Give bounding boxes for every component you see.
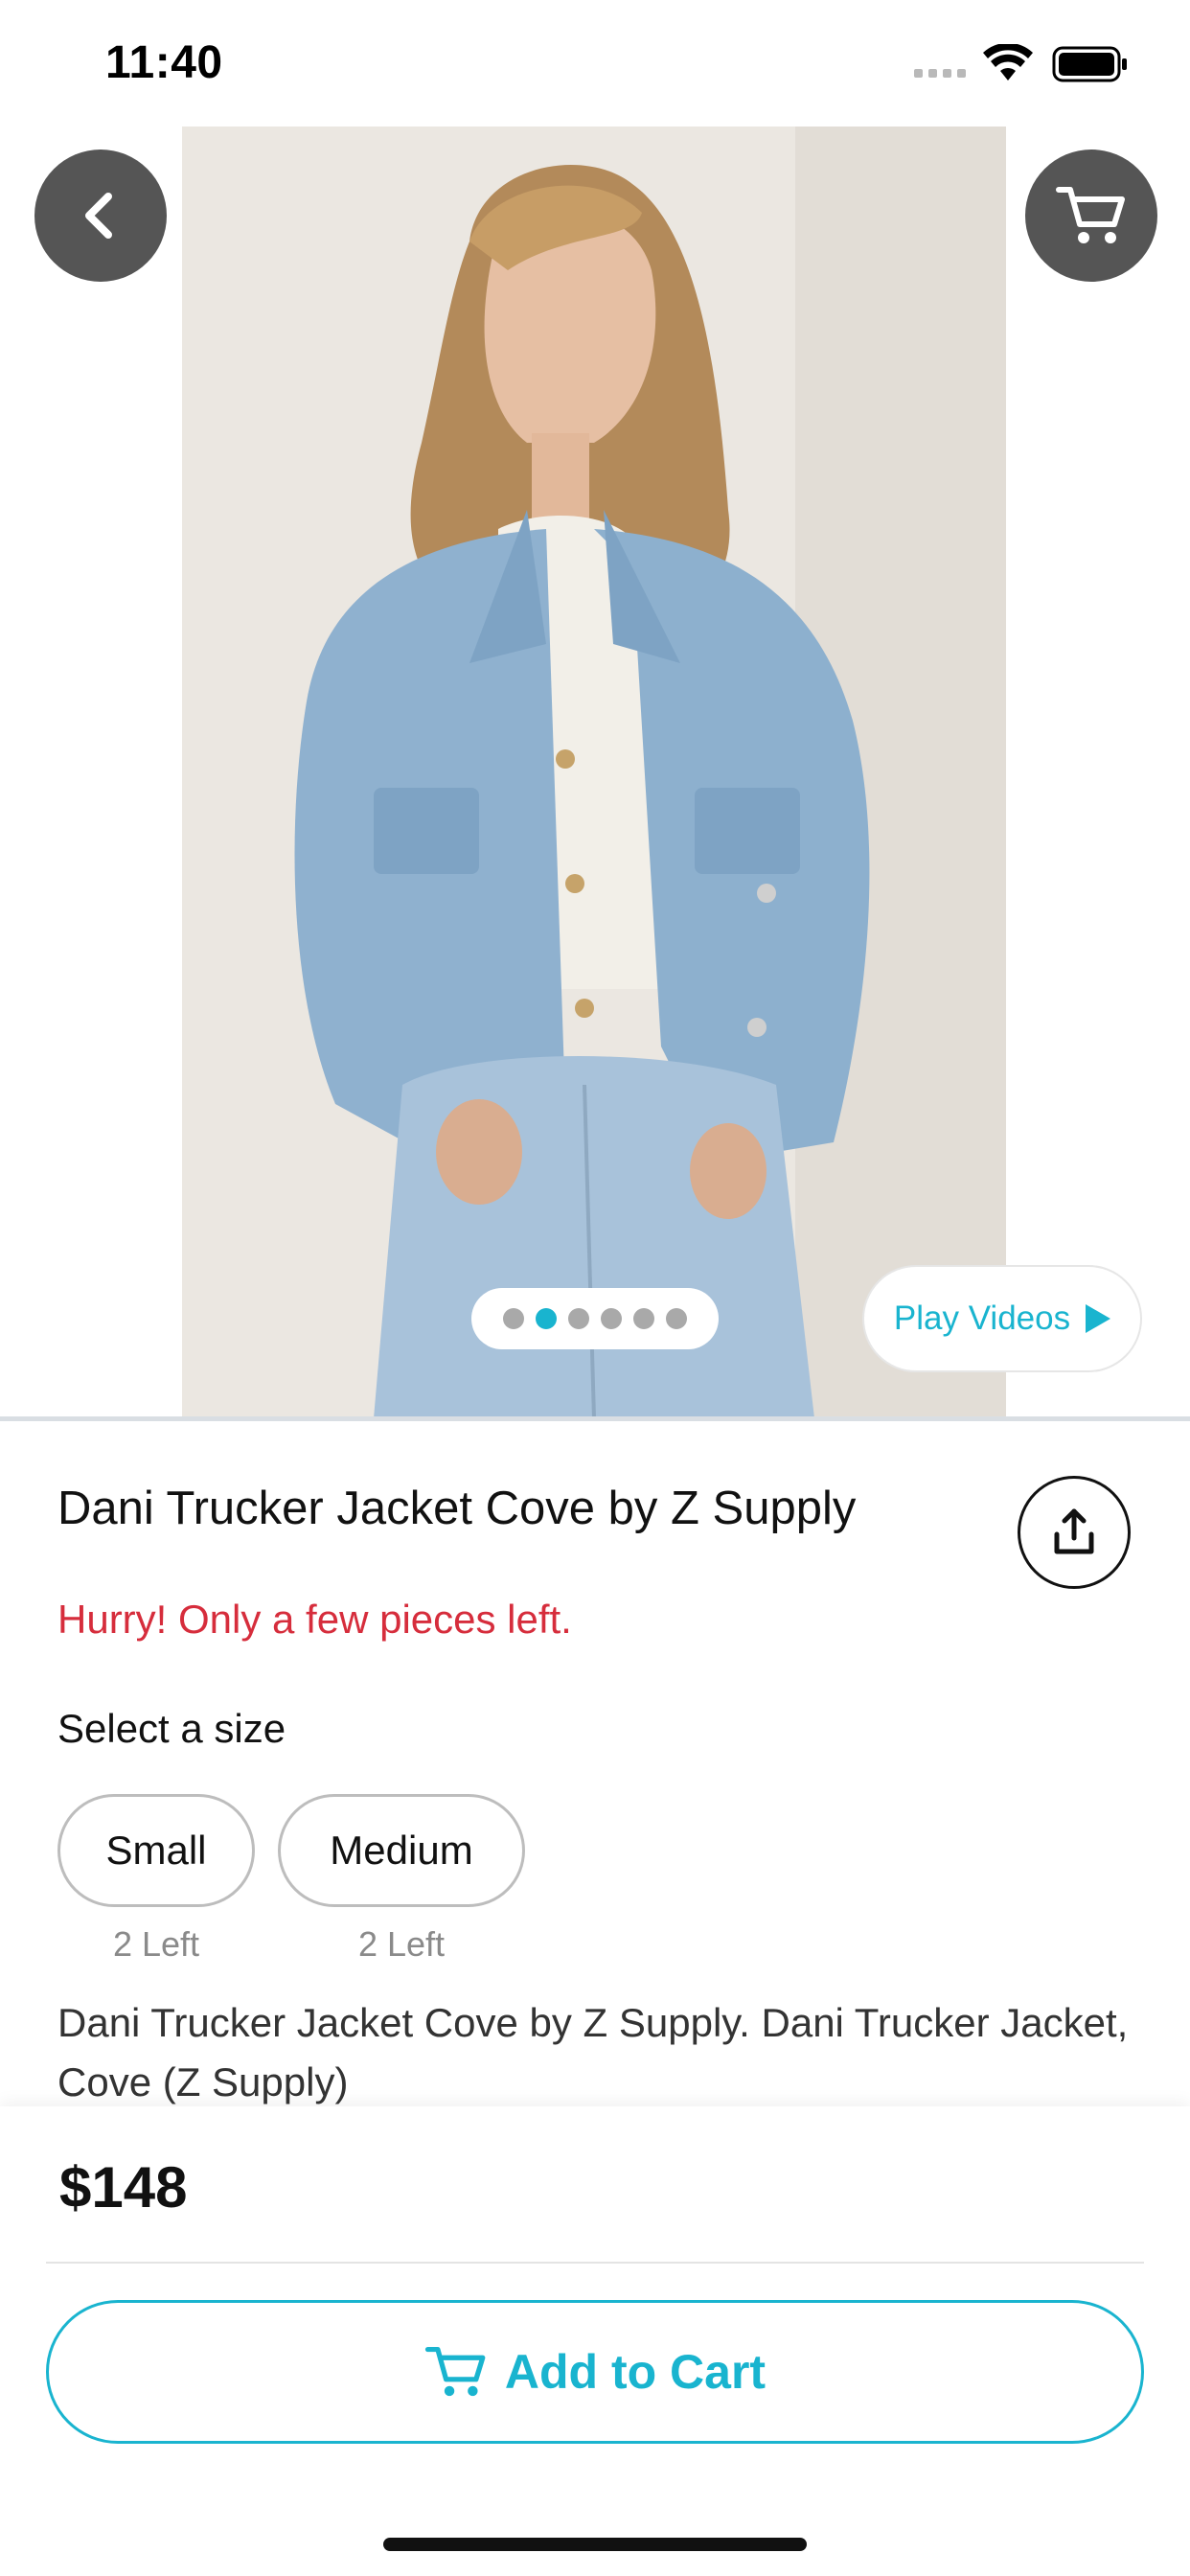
chevron-left-icon xyxy=(85,193,112,239)
battery-icon xyxy=(1052,46,1127,82)
status-time: 11:40 xyxy=(105,37,223,88)
cart-button[interactable] xyxy=(1025,150,1157,282)
cart-icon xyxy=(1056,187,1125,243)
add-to-cart-label: Add to Cart xyxy=(504,2345,767,2399)
cart-icon xyxy=(424,2346,486,2397)
product-image[interactable] xyxy=(182,126,1006,1418)
home-indicator[interactable] xyxy=(383,2538,807,2551)
play-icon xyxy=(1086,1304,1111,1333)
price: $148 xyxy=(59,2155,188,2220)
page-dot[interactable] xyxy=(568,1308,589,1329)
size-label: Small xyxy=(105,1828,207,1873)
page-dot[interactable] xyxy=(666,1308,687,1329)
add-to-cart-button[interactable]: Add to Cart xyxy=(46,2300,1144,2444)
page-dot[interactable] xyxy=(633,1308,654,1329)
play-videos-label: Play Videos xyxy=(893,1300,1071,1337)
wifi-icon xyxy=(983,44,1033,80)
size-label: Medium xyxy=(330,1828,473,1873)
size-heading: Select a size xyxy=(57,1706,286,1751)
page-dot[interactable] xyxy=(503,1308,524,1329)
size-stock-small: 2 Left xyxy=(112,1924,200,1964)
status-bar: 11:40 xyxy=(0,0,1190,126)
product-title: Dani Trucker Jacket Cove by Z Supply xyxy=(57,1483,857,1534)
cellular-signal-icon xyxy=(914,69,966,78)
stock-warning: Hurry! Only a few pieces left. xyxy=(57,1597,572,1642)
price-divider xyxy=(46,2262,1144,2264)
section-divider xyxy=(0,1416,1190,1421)
page-dot[interactable] xyxy=(601,1308,622,1329)
play-videos-button[interactable]: Play Videos xyxy=(862,1265,1142,1372)
size-stock-medium: 2 Left xyxy=(357,1924,446,1964)
size-option-medium[interactable]: Medium xyxy=(278,1794,525,1907)
product-description: Dani Trucker Jacket Cove by Z Supply. Da… xyxy=(57,2000,1129,2104)
share-icon xyxy=(1054,1508,1094,1554)
size-option-small[interactable]: Small xyxy=(57,1794,255,1907)
product-photo xyxy=(182,126,1006,1418)
back-button[interactable] xyxy=(34,150,167,282)
page-dot-active[interactable] xyxy=(536,1308,557,1329)
image-page-indicator[interactable] xyxy=(471,1288,719,1349)
share-button[interactable] xyxy=(1018,1476,1131,1589)
